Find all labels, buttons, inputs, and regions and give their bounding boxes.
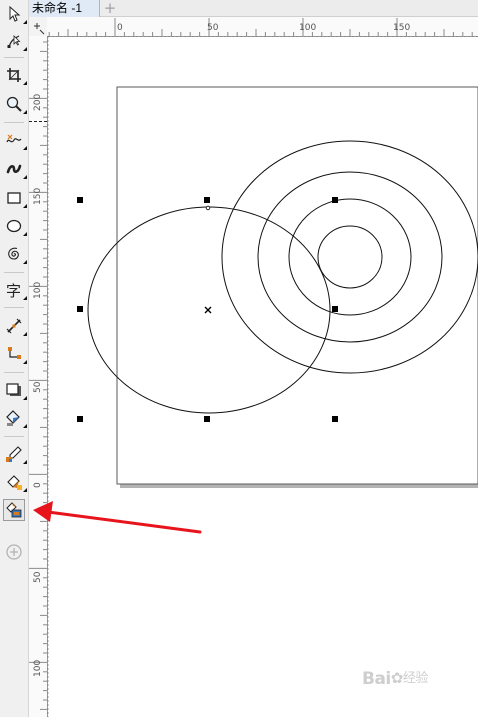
ruler-label: 150 xyxy=(33,188,43,205)
paw-icon: ✿ xyxy=(390,669,404,687)
watermark-brand: Bai xyxy=(362,669,391,689)
ruler-label: 50 xyxy=(33,571,43,583)
ruler-origin-corner[interactable] xyxy=(29,17,47,36)
ruler-label: 200 xyxy=(33,94,43,111)
vertical-ruler[interactable]: 200 150 100 50 0 50 100 xyxy=(29,36,48,717)
ruler-label: 100 xyxy=(33,660,43,677)
ruler-label: 50 xyxy=(207,23,219,33)
watermark: Bai✿经验 xyxy=(362,667,454,693)
drawing-page xyxy=(116,86,478,485)
ruler-label: 150 xyxy=(393,23,410,33)
ruler-label: 50 xyxy=(33,381,43,393)
node-handle[interactable] xyxy=(205,205,211,211)
ruler-label: 0 xyxy=(117,23,123,33)
ruler-label: 100 xyxy=(33,282,43,299)
ruler-label: 0 xyxy=(33,482,43,488)
horizontal-ruler[interactable]: 0 50 100 150 xyxy=(29,17,478,37)
watermark-suffix: 经验 xyxy=(402,671,429,686)
annotation-arrow xyxy=(33,501,202,534)
drawing-canvas[interactable]: 0 50 100 150 200 150 100 50 0 50 100 xyxy=(0,0,478,717)
ruler-label: 100 xyxy=(299,23,316,33)
